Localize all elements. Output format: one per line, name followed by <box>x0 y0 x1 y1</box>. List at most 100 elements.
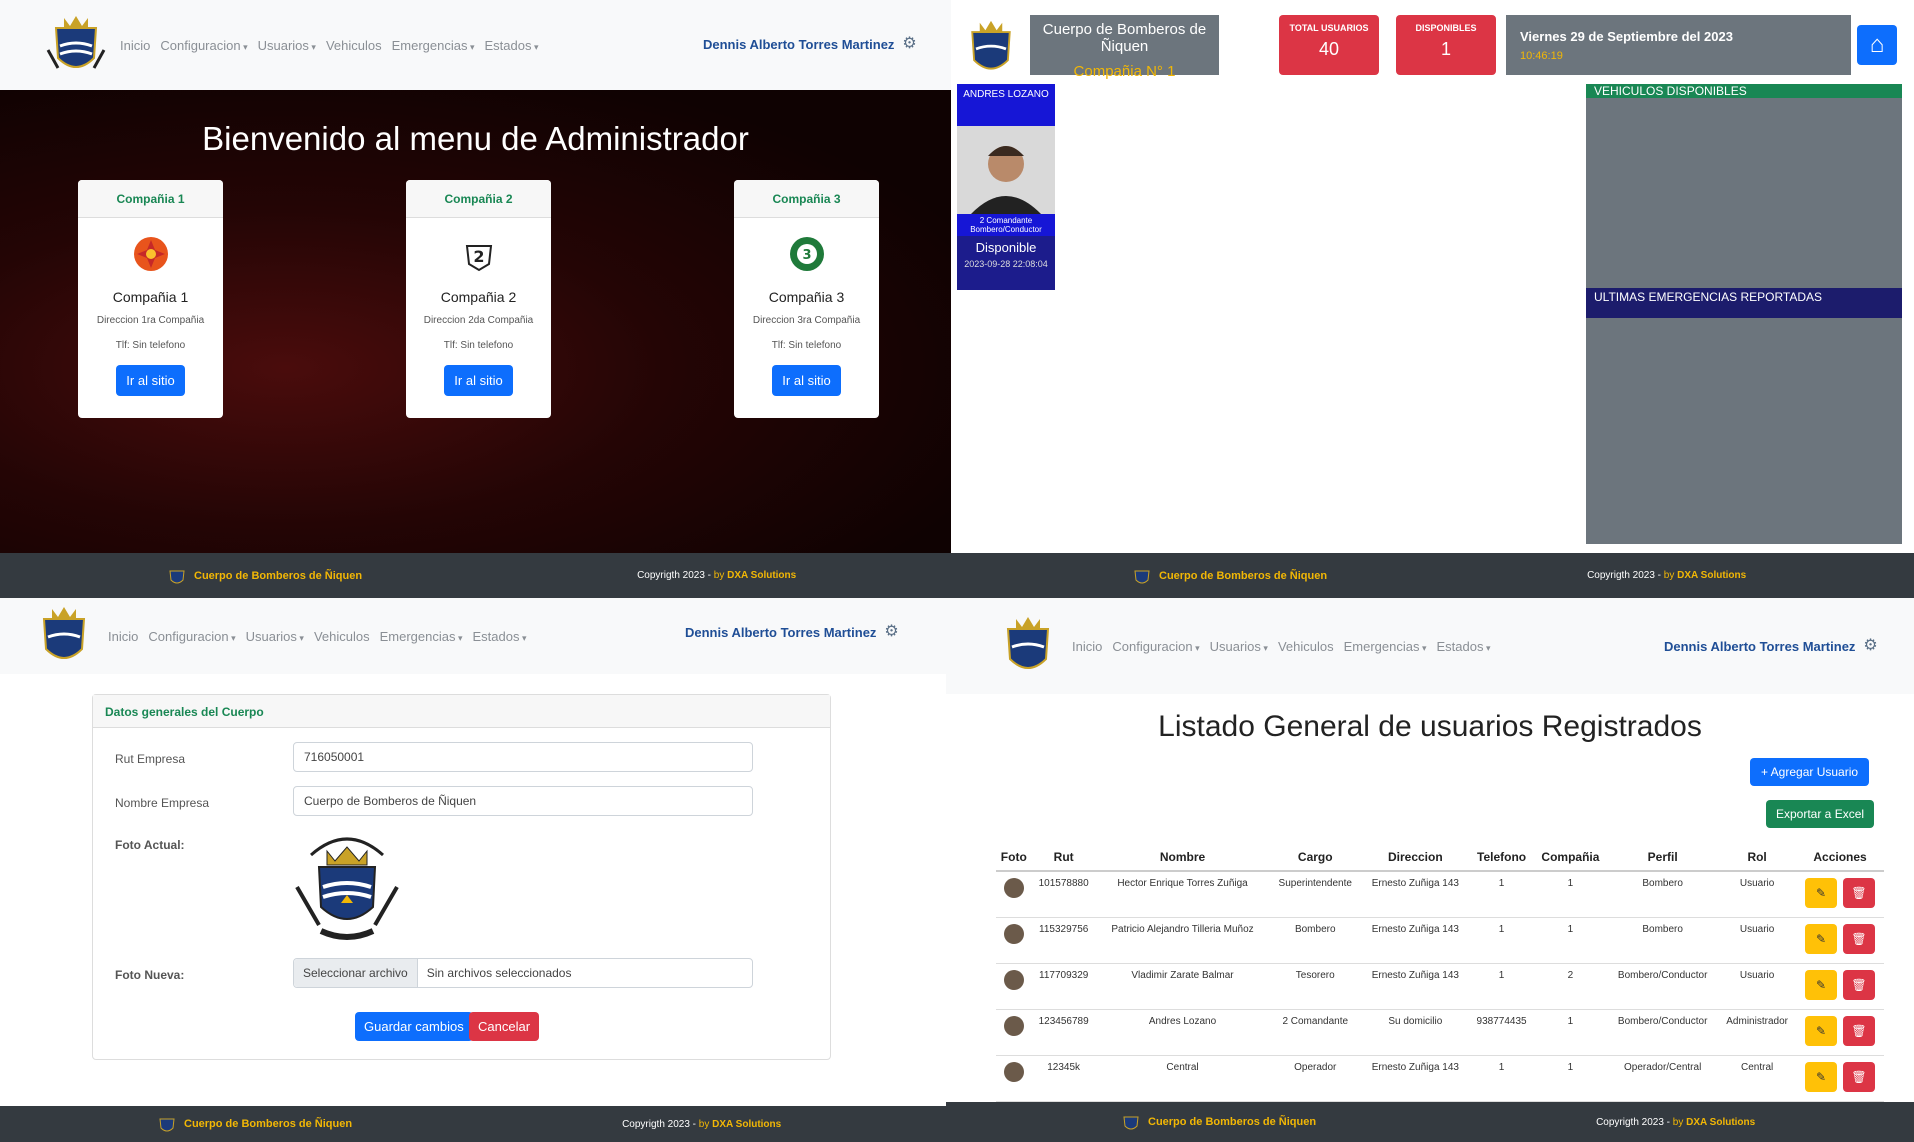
cell-nombre: Patricio Alejandro Tilleria Muñoz <box>1095 917 1270 964</box>
go-to-site-button[interactable]: Ir al sitio <box>444 365 513 396</box>
nav-item-estados[interactable]: Estados <box>485 38 539 53</box>
user-menu[interactable]: Dennis Alberto Torres Martinez ⚙ <box>685 624 900 640</box>
cancel-button[interactable]: Cancelar <box>469 1012 540 1041</box>
nav-item-vehiculos[interactable]: Vehiculos <box>326 38 382 53</box>
cell-rol: Central <box>1718 1055 1797 1102</box>
nav-links: Inicio Configuracion Usuarios Vehiculos … <box>1072 639 1491 654</box>
dashboard-screen: Cuerpo de Bomberos de Ñiquen Compañia N°… <box>951 0 1914 598</box>
gear-icon[interactable]: ⚙ <box>902 36 918 52</box>
crest-logo[interactable] <box>996 611 1060 681</box>
trash-icon[interactable]: 🗑 <box>1843 923 1876 954</box>
cell-direccion: Ernesto Zuñiga 143 <box>1361 917 1470 964</box>
file-status: Sin archivos seleccionados <box>426 966 572 980</box>
nav-item-emergencias[interactable]: Emergencias <box>380 629 463 644</box>
edit-icon[interactable]: ✎ <box>1805 1015 1838 1046</box>
edit-icon[interactable]: ✎ <box>1805 923 1838 954</box>
user-name: Dennis Alberto Torres Martinez <box>1664 638 1856 654</box>
nav-item-configuracion[interactable]: Configuracion <box>148 629 235 644</box>
cell-cargo: Superintendente <box>1269 871 1362 918</box>
cell-nombre: Hector Enrique Torres Zuñiga <box>1095 871 1270 918</box>
new-photo-label: Foto Nueva: <box>115 968 185 982</box>
footer-brand: Cuerpo de Bomberos de Ñiquen <box>1131 565 1327 587</box>
cell-rol: Administrador <box>1718 1009 1797 1056</box>
nav-item-vehiculos[interactable]: Vehiculos <box>1278 639 1334 654</box>
add-user-button[interactable]: + Agregar Usuario <box>1750 758 1870 786</box>
cell-perfil: Bombero <box>1607 917 1719 964</box>
card-address: Direccion 3ra Compañia <box>752 315 861 326</box>
side-panel: VEHICULOS DISPONIBLES ULTIMAS EMERGENCIA… <box>1586 84 1902 544</box>
trash-icon[interactable]: 🗑 <box>1843 969 1876 1000</box>
available-label: DISPONIBLES <box>1415 23 1477 33</box>
user-menu[interactable]: Dennis Alberto Torres Martinez ⚙ <box>703 36 918 52</box>
nav-item-inicio[interactable]: Inicio <box>1072 639 1102 654</box>
copyright-by: by <box>698 1118 710 1130</box>
company-card-2: Compañia 2 2 Compañia 2 Direccion 2da Co… <box>406 180 551 418</box>
nav-item-inicio[interactable]: Inicio <box>120 38 150 53</box>
file-input[interactable]: Seleccionar archivo Sin archivos selecci… <box>293 958 753 988</box>
nav-item-estados[interactable]: Estados <box>1437 639 1491 654</box>
cell-rol: Usuario <box>1718 871 1797 918</box>
nav-item-vehiculos[interactable]: Vehiculos <box>314 629 370 644</box>
nav-item-emergencias[interactable]: Emergencias <box>392 38 475 53</box>
edit-icon[interactable]: ✎ <box>1805 1061 1838 1092</box>
table-row: 101578880 Hector Enrique Torres Zuñiga Sup… <box>996 871 1884 918</box>
avatar <box>1003 1015 1024 1036</box>
person-rank: 2 Comandante Bombero/Conductor <box>957 214 1055 236</box>
cell-perfil: Bombero/Conductor <box>1607 1009 1719 1056</box>
actions-cell: ✎ 🗑 <box>1796 1009 1884 1056</box>
trash-icon[interactable]: 🗑 <box>1843 1061 1876 1092</box>
nav-item-configuracion[interactable]: Configuracion <box>160 38 247 53</box>
settings-screen: Inicio Configuracion Usuarios Vehiculos … <box>0 598 946 1142</box>
nav-item-configuracion[interactable]: Configuracion <box>1112 639 1199 654</box>
company-3-logo-icon: 3 <box>789 237 824 271</box>
page-title: Listado General de usuarios Registrados <box>1158 710 1702 743</box>
file-select-button[interactable]: Seleccionar archivo <box>294 959 418 987</box>
nav-item-emergencias[interactable]: Emergencias <box>1344 639 1427 654</box>
trash-icon[interactable]: 🗑 <box>1843 1015 1876 1046</box>
cell-perfil: Bombero/Conductor <box>1607 963 1719 1010</box>
cell-cargo: Bombero <box>1269 917 1362 964</box>
cell-telefono: 1 <box>1469 1055 1534 1102</box>
crest-logo <box>1123 1116 1139 1130</box>
org-tile: Cuerpo de Bomberos de Ñiquen Compañia N°… <box>1030 15 1219 80</box>
column-header: Perfil <box>1607 844 1719 872</box>
gear-icon[interactable]: ⚙ <box>1863 638 1879 654</box>
nav-item-usuarios[interactable]: Usuarios <box>258 38 316 53</box>
gear-icon[interactable]: ⚙ <box>884 624 900 640</box>
card-address: Direccion 1ra Compañia <box>96 315 205 326</box>
column-header: Rut <box>1031 844 1096 872</box>
available-value: 1 <box>1440 39 1451 59</box>
navbar: Inicio Configuracion Usuarios Vehiculos … <box>0 598 946 674</box>
trash-icon[interactable]: 🗑 <box>1843 878 1876 908</box>
crest-logo[interactable] <box>44 10 108 80</box>
nav-item-usuarios[interactable]: Usuarios <box>246 629 304 644</box>
user-name: Dennis Alberto Torres Martinez <box>703 36 895 52</box>
edit-icon[interactable]: ✎ <box>1805 878 1838 908</box>
user-photo-cell <box>996 1009 1032 1056</box>
home-button[interactable]: ⌂ <box>1857 25 1897 65</box>
user-menu[interactable]: Dennis Alberto Torres Martinez ⚙ <box>1664 638 1879 654</box>
export-excel-button[interactable]: Exportar a Excel <box>1766 800 1875 828</box>
save-button[interactable]: Guardar cambios <box>355 1012 473 1041</box>
rut-label: Rut Empresa <box>115 752 186 766</box>
person-card[interactable]: ANDRES LOZANO 2 Comandante Bombero/Conduc… <box>957 84 1055 290</box>
footer-copyright: Copyrigth 2023 - by DXA Solutions <box>637 570 796 581</box>
copyright-text: Copyrigth 2023 - <box>1596 1116 1673 1128</box>
admin-menu-screen: Inicio Configuracion Usuarios Vehiculos … <box>0 0 951 598</box>
card-company-name: Compañia 3 <box>768 289 845 305</box>
nav-item-usuarios[interactable]: Usuarios <box>1210 639 1268 654</box>
navbar: Inicio Configuracion Usuarios Vehiculos … <box>0 0 951 90</box>
footer-brand: Cuerpo de Bomberos de Ñiquen <box>156 1113 352 1135</box>
go-to-site-button[interactable]: Ir al sitio <box>772 365 841 396</box>
edit-icon[interactable]: ✎ <box>1805 969 1838 1000</box>
rut-input[interactable]: 716050001 <box>293 742 753 772</box>
avatar <box>1003 969 1024 990</box>
crest-logo[interactable] <box>32 601 96 671</box>
cell-telefono: 1 <box>1469 917 1534 964</box>
nav-item-estados[interactable]: Estados <box>473 629 527 644</box>
nav-item-inicio[interactable]: Inicio <box>108 629 138 644</box>
company-name-input[interactable]: Cuerpo de Bomberos de Ñiquen <box>293 786 753 816</box>
cell-compania: 2 <box>1533 963 1608 1010</box>
go-to-site-button[interactable]: Ir al sitio <box>116 365 185 396</box>
copyright-company: DXA Solutions <box>1686 1116 1756 1128</box>
